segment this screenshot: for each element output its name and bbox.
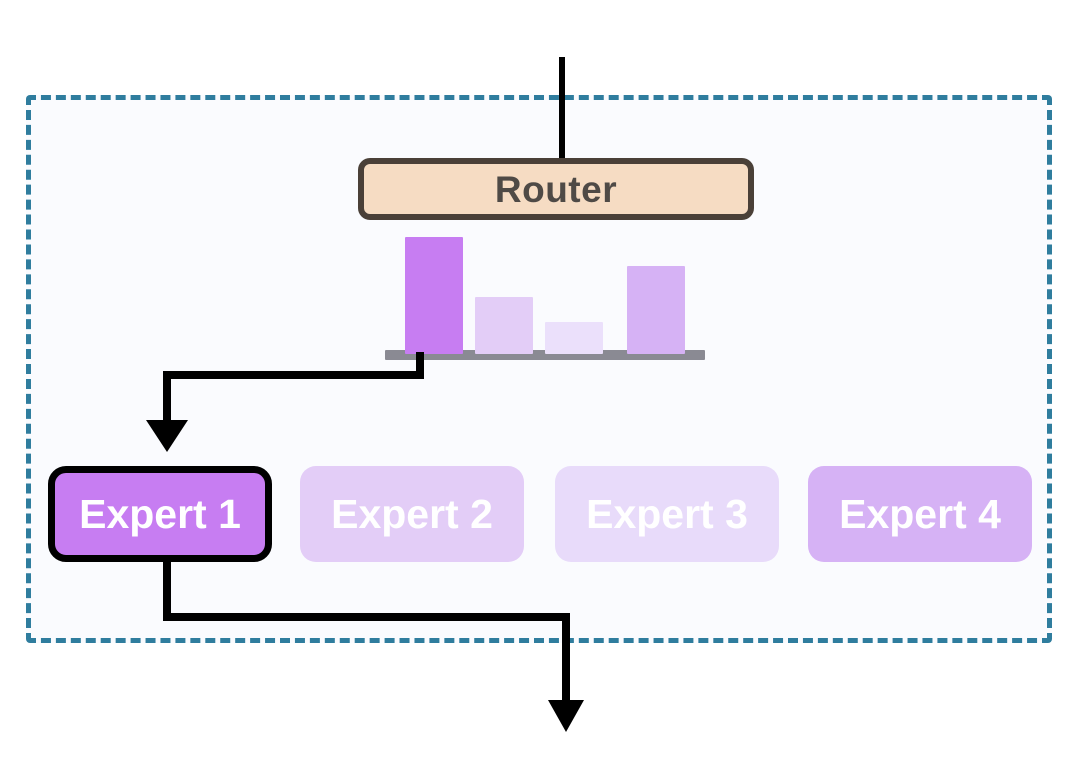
router-node[interactable]: Router — [358, 158, 754, 220]
expert-label-1: Expert 1 — [79, 490, 241, 537]
output-arrowhead — [548, 700, 584, 732]
router-gate-bar-chart — [385, 237, 705, 360]
expert-label-4: Expert 4 — [839, 490, 1001, 537]
diagram-canvas: Router Expert 1 Expert 2 Expert 3 Expert… — [0, 0, 1080, 772]
gate-bar-expert-4 — [627, 266, 685, 354]
gate-bar-expert-1 — [405, 237, 463, 354]
expert-node-2[interactable]: Expert 2 — [300, 466, 524, 562]
expert-node-3[interactable]: Expert 3 — [555, 466, 779, 562]
gate-bar-expert-3 — [545, 322, 603, 354]
expert-label-2: Expert 2 — [331, 490, 493, 537]
gate-bar-expert-2 — [475, 297, 533, 354]
expert-node-4[interactable]: Expert 4 — [808, 466, 1032, 562]
router-label: Router — [494, 168, 618, 210]
expert-label-3: Expert 3 — [586, 490, 748, 537]
expert-node-1[interactable]: Expert 1 — [48, 466, 272, 562]
